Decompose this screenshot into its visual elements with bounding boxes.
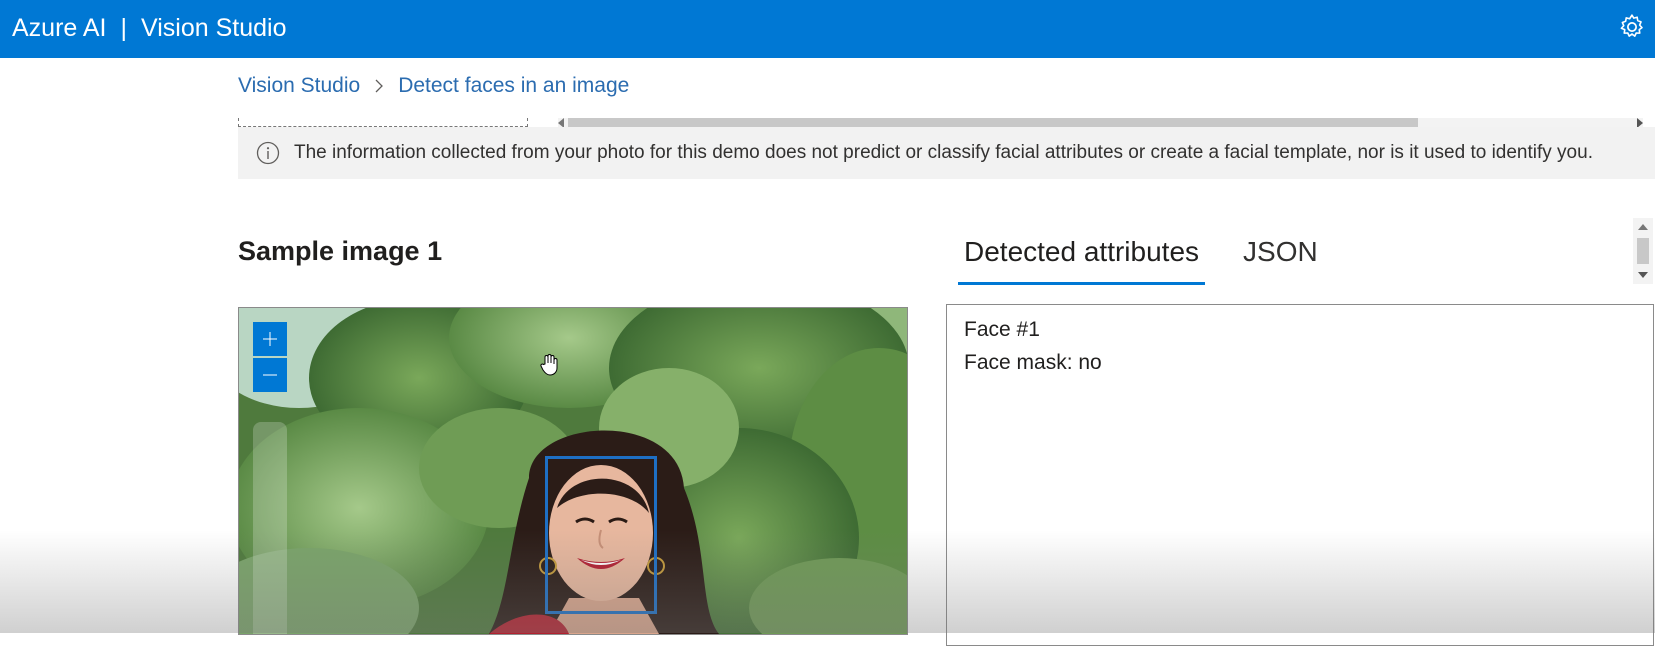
detected-attributes-panel: Face #1 Face mask: no bbox=[946, 304, 1654, 646]
breadcrumb-root-link[interactable]: Vision Studio bbox=[238, 74, 360, 98]
gear-icon[interactable] bbox=[1617, 12, 1647, 42]
notice-text: The information collected from your phot… bbox=[294, 142, 1593, 163]
tab-json[interactable]: JSON bbox=[1237, 232, 1324, 282]
face-bounding-box bbox=[545, 456, 657, 614]
brand-separator: | bbox=[120, 14, 128, 42]
scroll-down-arrow-icon[interactable] bbox=[1638, 272, 1648, 278]
face-label: Face #1 bbox=[964, 318, 1040, 341]
chevron-right-icon bbox=[375, 79, 384, 93]
breadcrumb-current[interactable]: Detect faces in an image bbox=[398, 74, 629, 98]
sample-image-title: Sample image 1 bbox=[238, 236, 443, 266]
face-mask-attribute: Face mask: no bbox=[964, 351, 1102, 374]
scrollbar-thumb[interactable] bbox=[1637, 238, 1649, 264]
app-title[interactable]: Azure AI | Vision Studio bbox=[12, 12, 286, 44]
breadcrumb: Vision Studio Detect faces in an image bbox=[238, 74, 629, 98]
zoom-in-button[interactable] bbox=[253, 322, 287, 356]
sample-image-viewer[interactable] bbox=[238, 307, 908, 635]
zoom-out-button[interactable] bbox=[253, 358, 287, 392]
hand-cursor-icon bbox=[540, 354, 558, 376]
results-tabs: Detected attributes JSON bbox=[958, 232, 1324, 285]
vertical-scrollbar[interactable] bbox=[1633, 218, 1653, 284]
product-name: Vision Studio bbox=[141, 14, 287, 42]
zoom-slider[interactable] bbox=[253, 422, 287, 634]
scroll-up-arrow-icon[interactable] bbox=[1638, 224, 1648, 230]
brand-name: Azure AI bbox=[12, 14, 107, 42]
upload-dropzone-edge[interactable] bbox=[238, 118, 528, 127]
tab-detected-attributes[interactable]: Detected attributes bbox=[958, 232, 1206, 285]
top-bar: Azure AI | Vision Studio bbox=[0, 0, 1655, 58]
privacy-notice: The information collected from your phot… bbox=[238, 127, 1655, 179]
info-icon bbox=[256, 141, 280, 165]
